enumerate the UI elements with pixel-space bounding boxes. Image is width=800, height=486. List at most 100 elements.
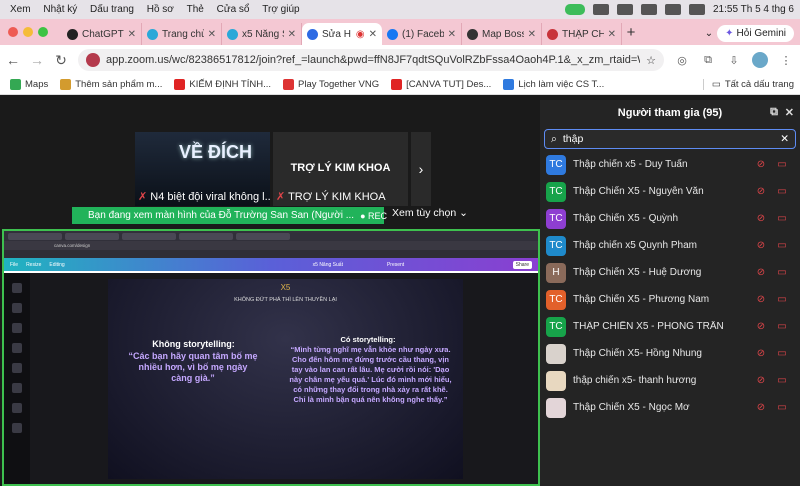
popout-icon[interactable]: ⧉ (770, 106, 778, 119)
avatar: TC (546, 289, 566, 310)
mac-menu-bar: Xem Nhật ký Dấu trang Hồ sơ Thẻ Cửa sổ T… (0, 0, 800, 19)
view-options-button[interactable]: Xem tùy chọn ⌄ (392, 207, 468, 219)
video-tile-n4[interactable]: VỀ ĐÍCH ✗ N4 biệt đội viral không l... (135, 132, 270, 206)
address-bar[interactable]: app.zoom.us/wc/82386517812/join?ref_=lau… (78, 49, 664, 71)
bookmark-label: [CANVA TUT] Des... (406, 79, 492, 90)
close-icon[interactable]: ✕ (128, 29, 136, 40)
tile-center-name: TRỢ LÝ KIM KHOA (290, 162, 391, 174)
download-icon[interactable]: ⇩ (726, 52, 742, 68)
menu-window[interactable]: Cửa sổ (217, 4, 250, 15)
clear-search-icon[interactable]: ✕ (780, 133, 789, 145)
slide-right-quote: “Mình từng nghĩ mẹ vẫn khỏe như ngày xưa… (289, 345, 452, 404)
tab-thap-chien[interactable]: THẬP CH ✕ (542, 23, 622, 45)
maximize-window-icon[interactable] (38, 27, 48, 37)
close-icon[interactable]: ✕ (608, 29, 616, 40)
back-arrow-icon[interactable]: ← (6, 52, 20, 68)
bookmark-play-together[interactable]: Play Together VNG (283, 79, 379, 90)
participant-row[interactable]: Thập Chiến X5 - Ngọc Mơ ⊘ ▭ (540, 394, 800, 421)
tab-trang-chu[interactable]: Trang chủ ✕ (142, 23, 222, 45)
bookmark-maps[interactable]: Maps (10, 79, 48, 90)
participant-row[interactable]: TC THẬP CHIẾN X5 - PHONG TRẦN ⊘ ▭ (540, 313, 800, 340)
site-info-icon[interactable] (86, 53, 100, 67)
close-window-icon[interactable] (8, 27, 18, 37)
bookmark-lich-lam-viec[interactable]: Lịch làm việc CS T... (503, 79, 604, 90)
avatar: TC (546, 181, 566, 202)
ask-gemini-button[interactable]: ✦ Hỏi Gemini (717, 25, 794, 42)
minimize-window-icon[interactable] (23, 27, 33, 37)
maps-icon (10, 79, 21, 90)
shared-url: canva.com/design (54, 243, 91, 248)
tab-chatgpt[interactable]: ChatGPT ✕ (62, 23, 142, 45)
tile-name: TRỢ LÝ KIM KHOA (288, 191, 386, 203)
all-bookmarks[interactable]: ▭ Tất cả dấu trang (702, 79, 800, 90)
participant-name: Thập Chiến X5 - Ngọc Mơ (573, 402, 690, 413)
clock[interactable]: 21:55 Th 5 4 thg 6 (713, 4, 794, 15)
tab-label: x5 Năng S (242, 28, 284, 40)
participant-row[interactable]: Thập Chiến X5- Hồng Nhung ⊘ ▭ (540, 340, 800, 367)
menu-tab[interactable]: Thẻ (187, 4, 204, 15)
canva-title: x5 Năng Suất (312, 261, 343, 268)
bookmark-star-icon[interactable]: ☆ (646, 54, 656, 67)
tab-facebook[interactable]: (1) Facebo ✕ (382, 23, 462, 45)
tab-x5-nang-suat[interactable]: x5 Năng S ✕ (222, 23, 302, 45)
recording-icon: ◉ (355, 28, 365, 40)
next-page-arrow-icon[interactable]: › (411, 132, 431, 206)
participant-row[interactable]: TC Thập Chiến X5 - Quỳnh ⊘ ▭ (540, 205, 800, 232)
shared-url-bar: canva.com/design (4, 241, 538, 250)
url-text[interactable]: app.zoom.us/wc/82386517812/join?ref_=lau… (106, 54, 640, 66)
bookmark-canva-tut[interactable]: [CANVA TUT] Des... (391, 79, 491, 90)
menu-profiles[interactable]: Hồ sơ (147, 4, 174, 15)
slide-left-quote: “Các bạn hãy quan tâm bố mẹ nhiều hơn, v… (128, 351, 258, 383)
headphones-icon[interactable] (593, 4, 609, 15)
extension-icon[interactable]: ◎ (674, 52, 690, 68)
bookmark-them-san-pham[interactable]: Thêm sản phẩm m... (60, 79, 162, 90)
tab-zoom-active[interactable]: Sửa H ◉ ✕ (302, 23, 382, 45)
participant-search-input[interactable]: ⌕ thập ✕ (544, 129, 796, 149)
more-menu-icon[interactable]: ⋮ (778, 52, 794, 68)
close-icon[interactable]: ✕ (528, 29, 536, 40)
bookmark-label: Thêm sản phẩm m... (75, 79, 163, 90)
wifi-icon[interactable] (665, 4, 681, 15)
tab-map-bosse[interactable]: Map Bosse ✕ (462, 23, 542, 45)
participant-row[interactable]: H Thập Chiến X5 - Huệ Dương ⊘ ▭ (540, 259, 800, 286)
menu-bookmarks[interactable]: Dấu trang (90, 4, 134, 15)
mic-muted-icon: ⊘ (756, 159, 766, 170)
participant-row[interactable]: thập chiến x5- thanh hương ⊘ ▭ (540, 367, 800, 394)
menu-view[interactable]: Xem (10, 4, 31, 15)
canva-resize: Resize (26, 261, 42, 268)
canva-icon (227, 28, 238, 40)
forward-arrow-icon[interactable]: → (30, 52, 44, 68)
reload-icon[interactable]: ↻ (54, 52, 68, 69)
participant-name: thập chiến x5- thanh hương (573, 375, 697, 386)
close-icon[interactable]: ✕ (288, 29, 296, 40)
camera-status-icon[interactable] (565, 4, 585, 15)
search-icon[interactable] (689, 4, 705, 15)
menu-history[interactable]: Nhật ký (43, 4, 77, 15)
tab-search-chevron-icon[interactable]: ⌄ (705, 28, 713, 39)
participant-row[interactable]: TC Thập chiến x5 Quynh Pham ⊘ ▭ (540, 232, 800, 259)
participant-row[interactable]: TC Thập chiến x5 - Duy Tuấn ⊘ ▭ (540, 151, 800, 178)
shared-screen[interactable]: canva.com/design File Resize Editing x5 … (2, 229, 540, 486)
participant-row[interactable]: TC Thập Chiến X5 - Nguyễn Văn ⊘ ▭ (540, 178, 800, 205)
participant-name: Thập chiến x5 - Duy Tuấn (573, 159, 688, 170)
close-icon[interactable]: ✕ (369, 29, 377, 40)
close-icon[interactable]: ✕ (208, 29, 216, 40)
canva-editor: X5 KHÔNG ĐỨT PHÁ THÌ LÊN THUYỀN LẠI Khôn… (4, 273, 538, 484)
video-tile-kim-khoa[interactable]: TRỢ LÝ KIM KHOA ✗ TRỢ LÝ KIM KHOA (273, 132, 408, 206)
bookmark-kiem-dinh[interactable]: KIẾM ĐỊNH TÍNH... (174, 79, 271, 90)
close-icon[interactable]: ✕ (448, 29, 456, 40)
close-icon[interactable]: ✕ (785, 106, 794, 119)
participant-row[interactable]: TC Thập Chiến X5 - Phương Nam ⊘ ▭ (540, 286, 800, 313)
participant-name: Thập Chiến X5 - Nguyễn Văn (573, 186, 704, 197)
menu-help[interactable]: Trợ giúp (262, 4, 299, 15)
tab-label: Sửa H (322, 28, 351, 40)
slide: X5 KHÔNG ĐỨT PHÁ THÌ LÊN THUYỀN LẠI Khôn… (108, 279, 463, 479)
gemini-label: Hỏi Gemini (736, 28, 786, 39)
canva-toolbar: File Resize Editing x5 Năng Suất Present… (4, 258, 538, 271)
canva-icon (147, 28, 158, 40)
norton-icon[interactable] (617, 4, 633, 15)
new-tab-button[interactable]: + (622, 24, 640, 41)
battery-icon[interactable] (641, 4, 657, 15)
puzzle-icon[interactable]: ⧉ (700, 52, 716, 68)
profile-avatar[interactable] (752, 52, 768, 68)
